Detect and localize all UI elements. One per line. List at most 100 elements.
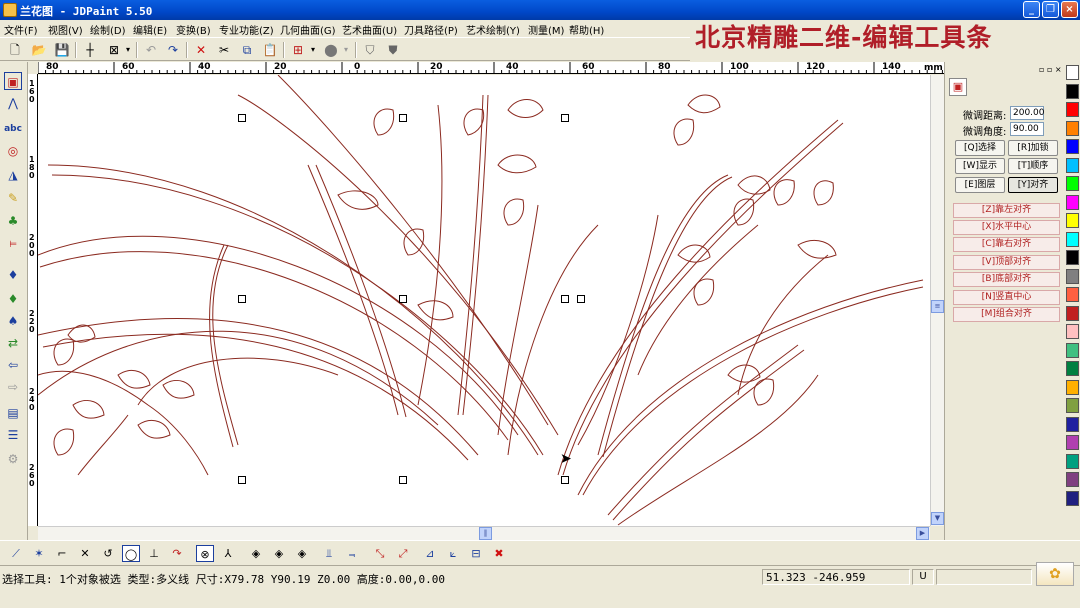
arc-icon[interactable]: ↺ <box>99 545 117 562</box>
order-button[interactable]: [T]顺序 <box>1008 158 1058 174</box>
break-b-icon[interactable]: ⤢ <box>394 545 412 562</box>
menu-geo-surface[interactable]: 几何曲面(G) <box>280 22 336 37</box>
selection-handle[interactable] <box>561 295 569 303</box>
color-swatch[interactable] <box>1066 342 1079 358</box>
menu-art-draw[interactable]: 艺术绘制(Y) <box>466 22 520 37</box>
maximize-button[interactable]: ❐ <box>1042 1 1059 18</box>
menu-measure[interactable]: 测量(M) <box>528 22 564 37</box>
color-swatch[interactable] <box>1066 213 1079 228</box>
cut-icon[interactable]: ✂ <box>215 41 233 59</box>
selection-handle[interactable] <box>399 295 407 303</box>
text-lines-icon[interactable]: ☰ <box>4 426 22 444</box>
menu-draw[interactable]: 绘制(D) <box>90 22 126 37</box>
selection-handle[interactable] <box>238 476 246 484</box>
show-button[interactable]: [W]显示 <box>955 158 1005 174</box>
scroll-thumb[interactable]: ≡ <box>931 300 944 313</box>
selection-handle[interactable] <box>561 476 569 484</box>
menu-art-surface[interactable]: 艺术曲面(U) <box>342 22 397 37</box>
color-swatch[interactable] <box>1066 231 1079 247</box>
color-swatch[interactable] <box>1066 453 1079 469</box>
shape-a-icon[interactable]: ⛉ <box>361 41 379 59</box>
menu-view[interactable]: 视图(V) <box>48 22 83 37</box>
crosshair-icon[interactable]: ┼ <box>81 41 99 59</box>
scroll-down-icon[interactable]: ▼ <box>931 512 944 525</box>
join-icon[interactable]: ⊗ <box>196 545 214 562</box>
select-tool-icon[interactable]: ▣ <box>4 72 22 90</box>
sweep-a-icon[interactable]: ⫫ <box>320 545 338 562</box>
save-icon[interactable]: 💾 <box>53 41 71 59</box>
selection-handle[interactable] <box>399 114 407 122</box>
menu-edit[interactable]: 编辑(E) <box>133 22 167 37</box>
align-bottom-button[interactable]: [B]底部对齐 <box>953 272 1060 287</box>
angle-input[interactable]: 90.00 <box>1010 122 1044 136</box>
align-right-button[interactable]: [C]靠右对齐 <box>953 237 1060 252</box>
color-swatch[interactable] <box>1066 416 1079 432</box>
undo-icon[interactable]: ↶ <box>142 41 160 59</box>
panel-window-controls[interactable]: ▫ ▫ × <box>1039 65 1062 74</box>
text-tool-icon[interactable]: abc <box>4 120 22 138</box>
break-a-icon[interactable]: ⤡ <box>371 545 389 562</box>
paste-icon[interactable]: 📋 <box>261 41 279 59</box>
delete-icon[interactable]: ✕ <box>192 41 210 59</box>
color-swatch[interactable] <box>1066 83 1079 99</box>
menu-file[interactable]: 文件(F) <box>4 22 38 37</box>
pattern-a-icon[interactable]: ◈ <box>247 545 265 562</box>
color-swatch[interactable] <box>1066 102 1079 117</box>
ruler-tool-icon[interactable]: ⊨ <box>4 236 22 254</box>
align-top-button[interactable]: [V]顶部对齐 <box>953 255 1060 270</box>
multi-line-icon[interactable]: ✶ <box>30 545 48 562</box>
shape-b-icon[interactable]: ⛊ <box>384 41 402 59</box>
color-swatch[interactable] <box>1066 490 1079 506</box>
menu-transform[interactable]: 变换(B) <box>176 22 211 37</box>
arrow-left-icon[interactable]: ⇦ <box>4 356 22 374</box>
selection-handle[interactable] <box>399 476 407 484</box>
dropdown-icon[interactable]: ▾ <box>123 41 133 59</box>
cancel-icon[interactable]: ✖ <box>490 545 508 562</box>
new-file-icon[interactable]: 🗋 <box>6 41 24 59</box>
align-group-button[interactable]: [M]组合对齐 <box>953 307 1060 322</box>
selection-handle[interactable] <box>238 295 246 303</box>
offset-b-icon[interactable]: ⟀ <box>444 545 462 562</box>
color-swatch[interactable] <box>1066 324 1079 339</box>
node-edit-icon[interactable]: ⋀ <box>4 94 22 112</box>
menu-help[interactable]: 帮助(H) <box>569 22 604 37</box>
color-swatch[interactable] <box>1066 65 1079 80</box>
color-swatch[interactable] <box>1066 435 1079 450</box>
circle-node-icon[interactable]: ◯ <box>122 545 140 562</box>
open-folder-icon[interactable]: 📂 <box>30 41 48 59</box>
distance-input[interactable]: 200.00 <box>1010 106 1045 120</box>
color-swatch[interactable] <box>1066 379 1079 395</box>
color-swatch[interactable] <box>1066 268 1079 284</box>
box-select-icon[interactable]: ⊠ <box>105 41 123 59</box>
corner-icon[interactable]: ⌐ <box>53 545 71 562</box>
align-hcenter-button[interactable]: [X]水平中心 <box>953 220 1060 235</box>
menu-pro[interactable]: 专业功能(Z) <box>219 22 274 37</box>
eraser-tool-icon[interactable]: ✎ <box>4 189 22 207</box>
scroll-thumb[interactable]: ‖ <box>479 527 492 540</box>
scroll-right-icon[interactable]: ▶ <box>916 527 929 540</box>
color-swatch[interactable] <box>1066 250 1079 265</box>
color-swatch[interactable] <box>1066 305 1079 321</box>
color-swatch[interactable] <box>1066 361 1079 376</box>
dropdown-icon[interactable]: ▾ <box>341 41 351 59</box>
vertical-scrollbar[interactable]: ≡ ▼ <box>930 75 944 526</box>
minimize-button[interactable]: _ <box>1023 1 1040 18</box>
sweep-b-icon[interactable]: ⫬ <box>343 545 361 562</box>
arrow-right-icon[interactable]: ⇨ <box>4 378 22 396</box>
selection-handle[interactable] <box>577 295 585 303</box>
tangent-icon[interactable]: ↷ <box>168 545 186 562</box>
pattern-b-icon[interactable]: ◈ <box>270 545 288 562</box>
circle-tool-icon[interactable]: ◎ <box>4 142 22 160</box>
bulb-multi-icon[interactable]: ♠ <box>4 312 22 330</box>
bulb-green-icon[interactable]: ♦ <box>4 290 22 308</box>
bucket-tool-icon[interactable]: ♣ <box>4 212 22 230</box>
align-vcenter-button[interactable]: [N]竖直中心 <box>953 290 1060 305</box>
copy-icon[interactable]: ⧉ <box>238 41 256 59</box>
offset-a-icon[interactable]: ⊿ <box>421 545 439 562</box>
extend-icon[interactable]: ⅄ <box>219 545 237 562</box>
drawing-canvas[interactable]: ➤ <box>38 75 930 526</box>
selection-handle[interactable] <box>238 114 246 122</box>
layer-button[interactable]: [E]图层 <box>955 177 1005 193</box>
color-swatch[interactable] <box>1066 472 1079 487</box>
color-swatch[interactable] <box>1066 120 1079 136</box>
